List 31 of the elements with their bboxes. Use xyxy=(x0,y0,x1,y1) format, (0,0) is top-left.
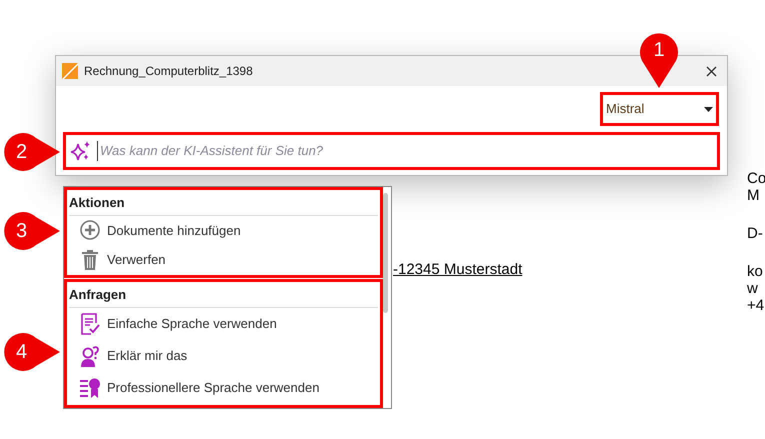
menu-item[interactable]: Verwerfen xyxy=(69,245,378,275)
close-icon[interactable] xyxy=(706,66,717,76)
prompt-field[interactable]: Was kann der KI-Assistent für Sie tun? xyxy=(63,132,720,170)
document-text: M xyxy=(747,187,760,204)
person-question-icon xyxy=(80,344,100,366)
section-heading: Anfragen xyxy=(69,282,378,308)
app-logo-icon xyxy=(62,63,78,79)
menu-item[interactable]: Dokumente hinzufügen xyxy=(69,216,378,246)
callout-marker: 3 xyxy=(3,212,60,250)
document-text: ko xyxy=(747,263,763,280)
callout-marker: 2 xyxy=(3,133,60,171)
callout-marker: 1 xyxy=(639,32,679,88)
prompt-input[interactable]: Was kann der KI-Assistent für Sie tun? xyxy=(97,141,713,161)
document-text: w xyxy=(747,280,758,297)
document-text: +4 xyxy=(747,297,764,314)
address-text: -12345 Musterstadt xyxy=(393,261,522,278)
menu-item[interactable]: Erklär mir das xyxy=(69,340,378,372)
menu-item[interactable]: Professionellere Sprache verwenden xyxy=(69,372,378,404)
sparkle-icon xyxy=(70,140,92,162)
trash-icon xyxy=(81,250,99,270)
document-text: D- xyxy=(747,225,763,242)
list-ribbon-icon xyxy=(79,376,101,398)
section-heading: Aktionen xyxy=(69,190,378,216)
window-title: Rechnung_Computerblitz_1398 xyxy=(84,63,253,80)
checklist-document-icon xyxy=(80,312,100,334)
dropdown-caret-icon xyxy=(704,106,713,112)
model-dropdown[interactable]: Mistral xyxy=(600,92,719,126)
callout-marker: 4 xyxy=(3,333,60,371)
plus-circle-icon xyxy=(80,220,100,240)
menu-item[interactable]: Einfache Sprache verwenden xyxy=(69,308,378,340)
scrollbar-thumb[interactable] xyxy=(383,193,388,313)
